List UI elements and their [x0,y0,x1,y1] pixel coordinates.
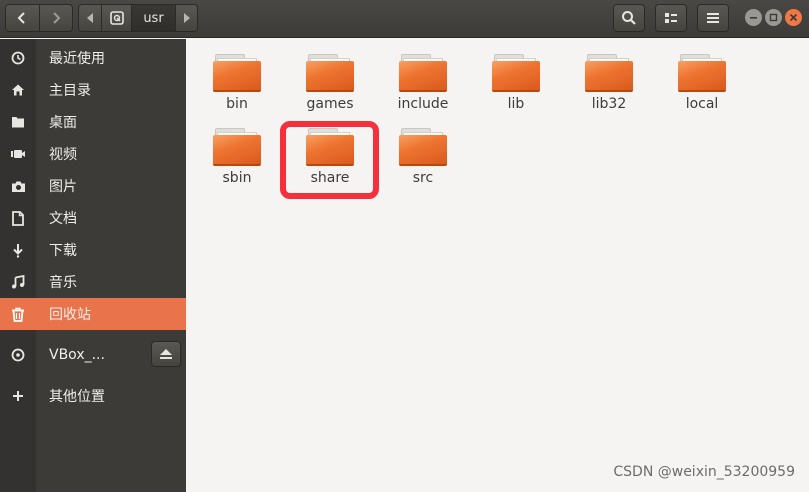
maximize-icon [769,13,778,22]
folder-icon [213,128,261,166]
sidebar-item-label: 桌面 [49,115,77,131]
folder-label: src [412,170,434,186]
chevron-right-icon [53,12,61,24]
folder-icon [0,106,36,138]
triangle-right-icon [183,13,190,23]
minimize-button[interactable] [745,9,762,26]
folder-item-bin[interactable]: bin [197,50,277,118]
folder-icon [492,54,540,92]
sidebar-item-label: 主目录 [49,83,91,99]
folder-item-games[interactable]: games [290,50,370,118]
search-button[interactable] [613,4,645,32]
folder-label: sbin [222,170,252,186]
folder-icon [585,54,633,92]
sidebar-item-label: 下载 [49,243,77,259]
sidebar-item-documents[interactable]: 文档 [0,202,186,234]
path-segment-usr[interactable]: usr [131,5,175,31]
sidebar: 最近使用 主目录 桌面 视频 图片 文档 下载 音乐 回收站 VBox_... … [0,39,186,492]
chevron-left-icon [17,12,25,24]
folder-label: local [685,96,719,112]
disc-icon [0,339,36,371]
folder-item-include[interactable]: include [383,50,463,118]
folder-item-src[interactable]: src [383,124,463,192]
watermark: CSDN @weixin_53200959 [613,464,795,480]
hard-drive-icon [109,11,124,25]
forward-button[interactable] [38,5,73,31]
list-view-icon [665,13,677,23]
download-icon [0,234,36,266]
eject-icon [160,349,172,359]
plus-icon [0,380,36,412]
folder-label: games [306,96,354,112]
sidebar-item-label: 文档 [49,211,77,227]
folder-icon [306,54,354,92]
home-icon [0,74,36,106]
sidebar-item-videos[interactable]: 视频 [0,138,186,170]
folder-label: bin [226,96,248,112]
folder-item-lib[interactable]: lib [476,50,556,118]
sidebar-item-downloads[interactable]: 下载 [0,234,186,266]
file-view: bin games include lib lib32 local sbin s… [186,39,809,492]
path-scroll-left-button[interactable] [79,5,101,31]
header-bar: usr [0,0,809,38]
clock-icon [0,42,36,74]
sidebar-item-music[interactable]: 音乐 [0,266,186,298]
close-icon [789,13,798,22]
triangle-left-icon [87,13,93,23]
sidebar-item-other-locations[interactable]: 其他位置 [0,380,186,412]
trash-icon [0,298,36,330]
close-button[interactable] [785,9,802,26]
search-icon [622,11,636,25]
sidebar-item-label: 最近使用 [49,51,105,67]
hamburger-menu-icon [707,13,719,23]
folder-icon [213,54,261,92]
sidebar-item-home[interactable]: 主目录 [0,74,186,106]
folder-icon [399,54,447,92]
folder-item-local[interactable]: local [662,50,742,118]
eject-button[interactable] [151,341,181,367]
sidebar-item-label: 视频 [49,147,77,163]
folder-label: include [397,96,449,112]
sidebar-item-recent[interactable]: 最近使用 [0,42,186,74]
sidebar-item-trash[interactable]: 回收站 [0,298,186,330]
music-icon [0,266,36,298]
sidebar-item-label: VBox_... [49,347,105,363]
path-bar: usr [78,4,198,32]
folder-item-sbin[interactable]: sbin [197,124,277,192]
sidebar-item-label: 音乐 [49,275,77,291]
history-nav [5,4,73,32]
folder-icon [399,128,447,166]
sidebar-item-label: 图片 [49,179,77,195]
sidebar-item-pictures[interactable]: 图片 [0,170,186,202]
sidebar-item-desktop[interactable]: 桌面 [0,106,186,138]
back-button[interactable] [6,5,39,31]
sidebar-item-label: 其他位置 [49,389,105,405]
video-icon [0,138,36,170]
folder-icon [678,54,726,92]
view-toggle-button[interactable] [655,4,687,32]
camera-icon [0,170,36,202]
document-icon [0,202,36,234]
menu-button[interactable] [697,4,729,32]
folder-label: lib32 [591,96,627,112]
sidebar-item-vbox[interactable]: VBox_... [0,339,186,371]
path-scroll-right-button[interactable] [175,5,197,31]
folder-label: lib [507,96,525,112]
folder-item-lib32[interactable]: lib32 [569,50,649,118]
annotation-highlight-box [280,121,379,199]
sidebar-item-label: 回收站 [49,307,91,323]
maximize-button[interactable] [765,9,782,26]
minimize-icon [750,17,757,19]
path-root-button[interactable] [101,5,131,31]
